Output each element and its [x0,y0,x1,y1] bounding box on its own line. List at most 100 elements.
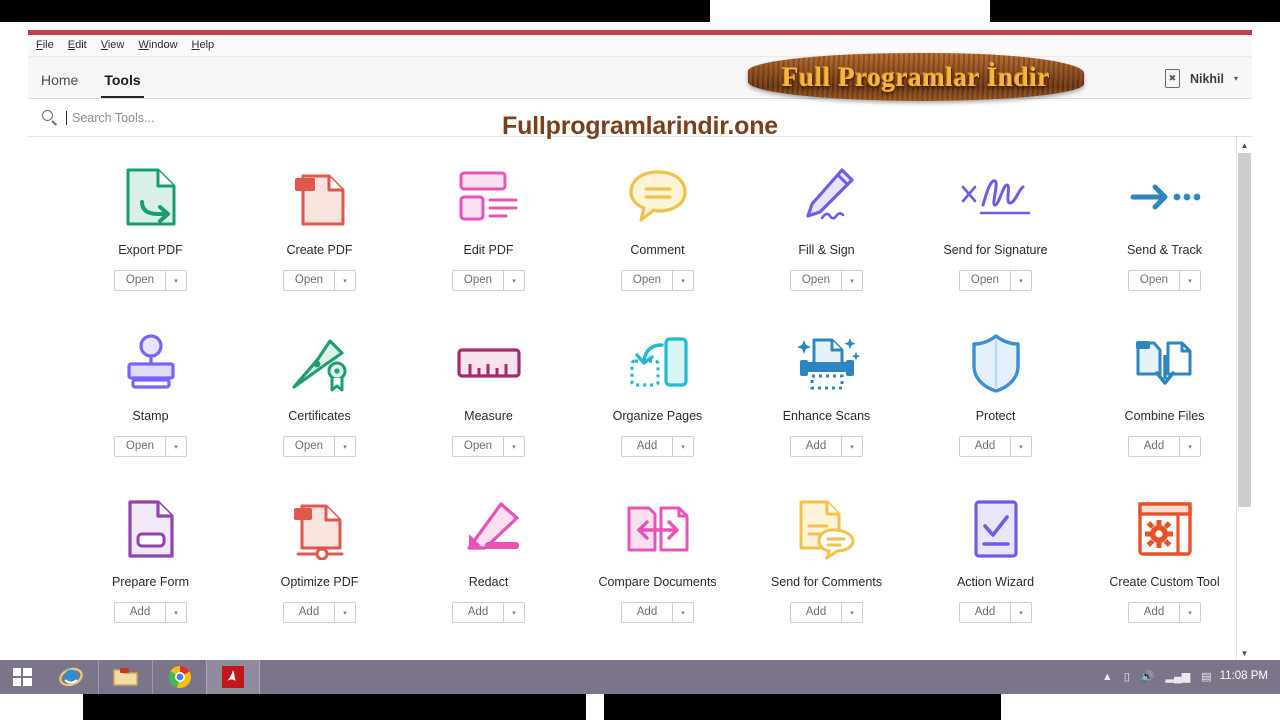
chevron-down-icon[interactable]: ▾ [334,603,355,622]
tool-card-send-for-comments[interactable]: Send for Comments Add ▾ [742,493,911,623]
tool-action-label[interactable]: Add [960,603,1010,622]
tool-action-button[interactable]: Open ▾ [282,270,357,291]
tool-action-label[interactable]: Add [1129,603,1179,622]
tool-card-measure[interactable]: Measure Open ▾ [404,327,573,457]
tool-card-stamp[interactable]: Stamp Open ▾ [66,327,235,457]
chevron-down-icon[interactable]: ▾ [841,437,862,456]
tool-card-send-for-signature[interactable]: Send for Signature Open ▾ [911,161,1080,291]
tool-action-button[interactable]: Open ▾ [620,270,695,291]
tool-action-button[interactable]: Open ▾ [958,270,1033,291]
file-explorer-icon[interactable] [98,660,152,694]
network-icon[interactable]: ▂▄▆ [1166,671,1191,683]
tool-card-redact[interactable]: Redact Add ▾ [404,493,573,623]
chevron-down-icon[interactable]: ▾ [672,603,693,622]
tray-expand-icon[interactable]: ▲ [1102,671,1113,683]
tool-action-label[interactable]: Open [284,271,334,290]
chevron-down-icon[interactable]: ▾ [1010,437,1031,456]
tool-card-enhance-scans[interactable]: Enhance Scans Add ▾ [742,327,911,457]
tool-action-button[interactable]: Open ▾ [113,436,188,457]
tool-action-label[interactable]: Add [284,603,334,622]
menu-item-file[interactable]: File [36,40,54,51]
tool-action-label[interactable]: Add [1129,437,1179,456]
tool-action-label[interactable]: Open [791,271,841,290]
acrobat-reader-icon[interactable] [206,660,260,694]
tool-action-label[interactable]: Open [115,437,165,456]
windows-start-icon[interactable] [0,660,44,694]
tool-action-button[interactable]: Add ▾ [1128,602,1201,623]
tool-action-label[interactable]: Open [453,271,503,290]
tool-action-button[interactable]: Open ▾ [282,436,357,457]
tool-action-button[interactable]: Add ▾ [114,602,187,623]
tool-card-send-and-track[interactable]: Send & Track Open ▾ [1080,161,1249,291]
chevron-down-icon[interactable]: ▾ [1010,271,1031,290]
tab-tools[interactable]: Tools [91,73,153,98]
tool-action-button[interactable]: Add ▾ [1128,436,1201,457]
menu-item-window[interactable]: Window [138,40,177,51]
tool-card-fill-and-sign[interactable]: Fill & Sign Open ▾ [742,161,911,291]
tool-card-create-pdf[interactable]: Create PDF Open ▾ [235,161,404,291]
menu-item-edit[interactable]: Edit [68,40,87,51]
action-center-icon[interactable]: ▤ [1201,671,1211,683]
tool-card-prepare-form[interactable]: Prepare Form Add ▾ [66,493,235,623]
internet-explorer-icon[interactable] [44,660,98,694]
chevron-down-icon[interactable]: ▾ [334,437,355,456]
chevron-down-icon[interactable]: ▾ [334,271,355,290]
tool-card-protect[interactable]: Protect Add ▾ [911,327,1080,457]
tool-action-button[interactable]: Add ▾ [790,436,863,457]
tool-action-button[interactable]: Add ▾ [621,602,694,623]
tool-action-button[interactable]: Open ▾ [789,270,864,291]
tool-card-edit-pdf[interactable]: Edit PDF Open ▾ [404,161,573,291]
chevron-down-icon[interactable]: ▾ [503,271,524,290]
tool-action-label[interactable]: Add [115,603,165,622]
tool-action-button[interactable]: Add ▾ [959,602,1032,623]
scrollbar-track[interactable] [1237,153,1252,645]
chevron-down-icon[interactable]: ▾ [1010,603,1031,622]
tool-action-button[interactable]: Open ▾ [451,270,526,291]
tool-action-label[interactable]: Open [960,271,1010,290]
google-chrome-icon[interactable] [152,660,206,694]
tool-action-label[interactable]: Add [622,437,672,456]
tool-action-label[interactable]: Add [791,437,841,456]
tool-card-action-wizard[interactable]: Action Wizard Add ▾ [911,493,1080,623]
chevron-down-icon[interactable]: ▾ [841,603,862,622]
tool-action-button[interactable]: Open ▾ [113,270,188,291]
chevron-down-icon[interactable]: ▾ [1234,74,1238,83]
tool-card-combine-files[interactable]: Combine Files Add ▾ [1080,327,1249,457]
tool-card-export-pdf[interactable]: Export PDF Open ▾ [66,161,235,291]
menu-item-help[interactable]: Help [192,40,215,51]
chevron-down-icon[interactable]: ▾ [1179,271,1200,290]
chevron-down-icon[interactable]: ▾ [165,271,186,290]
tool-action-label[interactable]: Open [453,437,503,456]
tool-action-button[interactable]: Add ▾ [959,436,1032,457]
tool-action-label[interactable]: Open [115,271,165,290]
tab-home[interactable]: Home [28,73,91,98]
tool-action-label[interactable]: Open [284,437,334,456]
chevron-down-icon[interactable]: ▾ [1179,603,1200,622]
chevron-down-icon[interactable]: ▾ [1179,437,1200,456]
tool-card-certificates[interactable]: Certificates Open ▾ [235,327,404,457]
menu-item-view[interactable]: View [101,40,125,51]
tool-action-label[interactable]: Add [960,437,1010,456]
tool-card-comment[interactable]: Comment Open ▾ [573,161,742,291]
tool-card-compare-documents[interactable]: Compare Documents Add ▾ [573,493,742,623]
volume-icon[interactable]: 🔊 [1141,671,1155,683]
vertical-scrollbar[interactable]: ▲ ▼ [1236,137,1252,661]
mobile-device-icon[interactable]: ✖ [1164,69,1180,88]
tool-action-button[interactable]: Add ▾ [283,602,356,623]
tool-action-button[interactable]: Add ▾ [452,602,525,623]
chevron-down-icon[interactable]: ▾ [672,437,693,456]
battery-icon[interactable]: ▯ [1124,671,1130,683]
tool-action-button[interactable]: Add ▾ [790,602,863,623]
chevron-down-icon[interactable]: ▾ [672,271,693,290]
user-name-label[interactable]: Nikhil [1190,72,1224,86]
tool-card-create-custom-tool[interactable]: Create Custom Tool Add ▾ [1080,493,1249,623]
chevron-down-icon[interactable]: ▾ [503,437,524,456]
tool-card-optimize-pdf[interactable]: Optimize PDF Add ▾ [235,493,404,623]
tool-action-label[interactable]: Add [791,603,841,622]
scrollbar-thumb[interactable] [1238,153,1251,508]
chevron-down-icon[interactable]: ▾ [165,437,186,456]
tool-action-label[interactable]: Add [453,603,503,622]
chevron-down-icon[interactable]: ▾ [503,603,524,622]
tool-action-button[interactable]: Open ▾ [451,436,526,457]
tool-action-label[interactable]: Add [622,603,672,622]
